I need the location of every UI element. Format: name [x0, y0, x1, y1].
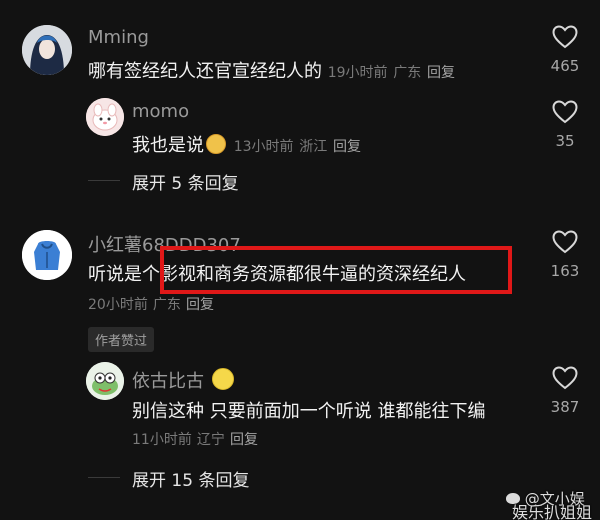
like-count: 35 [555, 132, 575, 150]
expand-divider [88, 180, 120, 181]
comment-time: 11小时前 [132, 432, 192, 448]
comment-text: 我也是说 13小时前 浙江 回复 [132, 131, 361, 157]
watermark-subtitle: 娱乐扒姐姐 [512, 503, 593, 520]
user-avatar-image [86, 362, 124, 400]
heart-icon [552, 230, 578, 254]
comment-meta: 11小时前 辽宁 回复 [132, 429, 258, 449]
crying-laughing-emoji-icon [206, 134, 226, 154]
smiley-emoji-icon [211, 368, 234, 390]
reply-button[interactable]: 回复 [186, 297, 214, 313]
user-avatar-image [86, 98, 124, 136]
avatar[interactable] [22, 25, 72, 75]
avatar[interactable] [22, 230, 72, 280]
heart-icon [552, 366, 578, 390]
comment-location: 辽宁 [196, 432, 225, 448]
comment-username[interactable]: 依古比古 [132, 367, 236, 393]
like-button[interactable]: 163 [540, 230, 590, 280]
comment-time: 13小时前 [233, 139, 294, 155]
like-count: 163 [550, 262, 580, 280]
like-button[interactable]: 387 [540, 366, 590, 416]
comment-time: 20小时前 [88, 297, 148, 313]
heart-icon [552, 25, 578, 49]
like-button[interactable]: 465 [540, 25, 590, 75]
comment-meta: 20小时前 广东 回复 [88, 294, 214, 314]
author-liked-badge: 作者赞过 [88, 327, 155, 352]
highlight-annotation-box [160, 246, 512, 294]
comment-body: 我也是说 [132, 135, 204, 156]
reply-button[interactable]: 回复 [427, 65, 455, 81]
expand-divider [88, 477, 120, 478]
comment-location: 浙江 [299, 139, 328, 155]
avatar[interactable] [86, 98, 124, 136]
reply-button[interactable]: 回复 [230, 432, 258, 448]
comment-time: 19小时前 [327, 65, 388, 81]
user-avatar-image [22, 25, 72, 75]
reply-button[interactable]: 回复 [333, 139, 361, 155]
comment-location: 广东 [393, 65, 422, 81]
comment-text: 哪有签经纪人还官宣经纪人的 19小时前 广东 回复 [88, 57, 455, 83]
username-text: 依古比古 [132, 371, 204, 392]
comment-text: 别信这种 只要前面加一个听说 谁都能往下编 [132, 401, 486, 422]
avatar[interactable] [86, 362, 124, 400]
comment-username[interactable]: Mming [88, 27, 149, 48]
expand-replies-button[interactable]: 展开 15 条回复 [132, 466, 249, 491]
heart-icon [552, 100, 578, 124]
like-count: 465 [550, 57, 580, 75]
comment-body: 哪有签经纪人还官宣经纪人的 [88, 61, 322, 82]
comment-location: 广东 [152, 297, 181, 313]
like-button[interactable]: 35 [540, 100, 590, 150]
expand-replies-button[interactable]: 展开 5 条回复 [132, 169, 239, 194]
like-count: 387 [550, 398, 580, 416]
user-avatar-image [22, 230, 72, 280]
comment-username[interactable]: momo [132, 101, 189, 122]
